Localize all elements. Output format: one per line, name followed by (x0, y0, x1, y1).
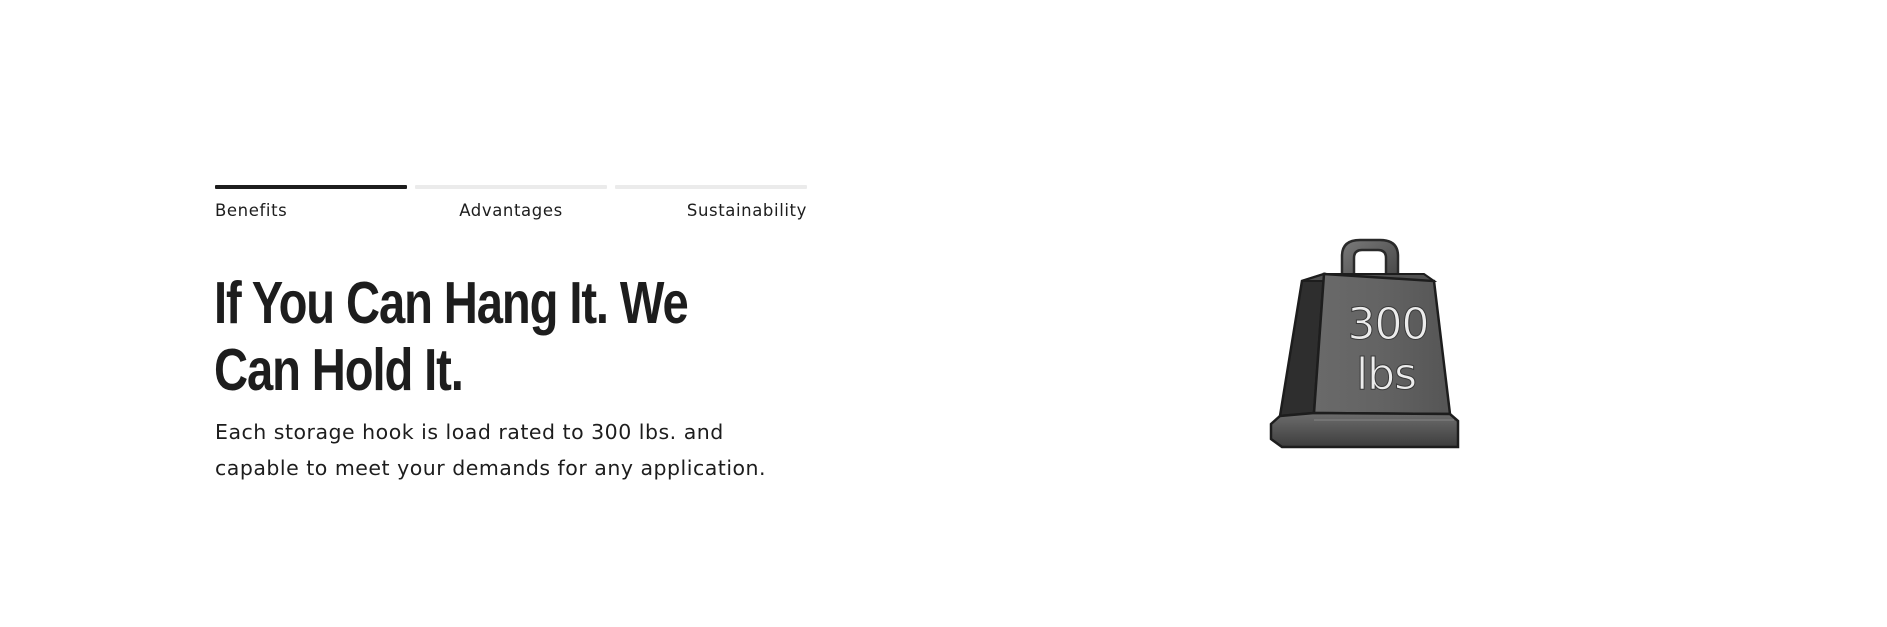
weight-base (1269, 411, 1460, 449)
tab-label: Benefits (215, 201, 288, 220)
weight-line2: lbs (1356, 349, 1416, 400)
tab-list: Benefits Advantages Sustainability (215, 185, 807, 220)
tab-benefits[interactable]: Benefits (215, 185, 407, 220)
tab-indicator-active (215, 185, 407, 189)
section-description: Each storage hook is load rated to 300 l… (215, 420, 767, 480)
tab-advantages[interactable]: Advantages (415, 185, 607, 220)
tab-label: Advantages (459, 201, 563, 220)
tab-indicator (415, 185, 607, 189)
tab-sustainability[interactable]: Sustainability (615, 185, 807, 220)
tab-label: Sustainability (686, 201, 807, 220)
weight-line1: 300 (1348, 299, 1429, 350)
section-headline: If You Can Hang It. We Can Hold It. (214, 270, 689, 403)
tab-indicator (615, 185, 807, 189)
kettlebell-weight-icon: 300 lbs (1269, 238, 1460, 449)
